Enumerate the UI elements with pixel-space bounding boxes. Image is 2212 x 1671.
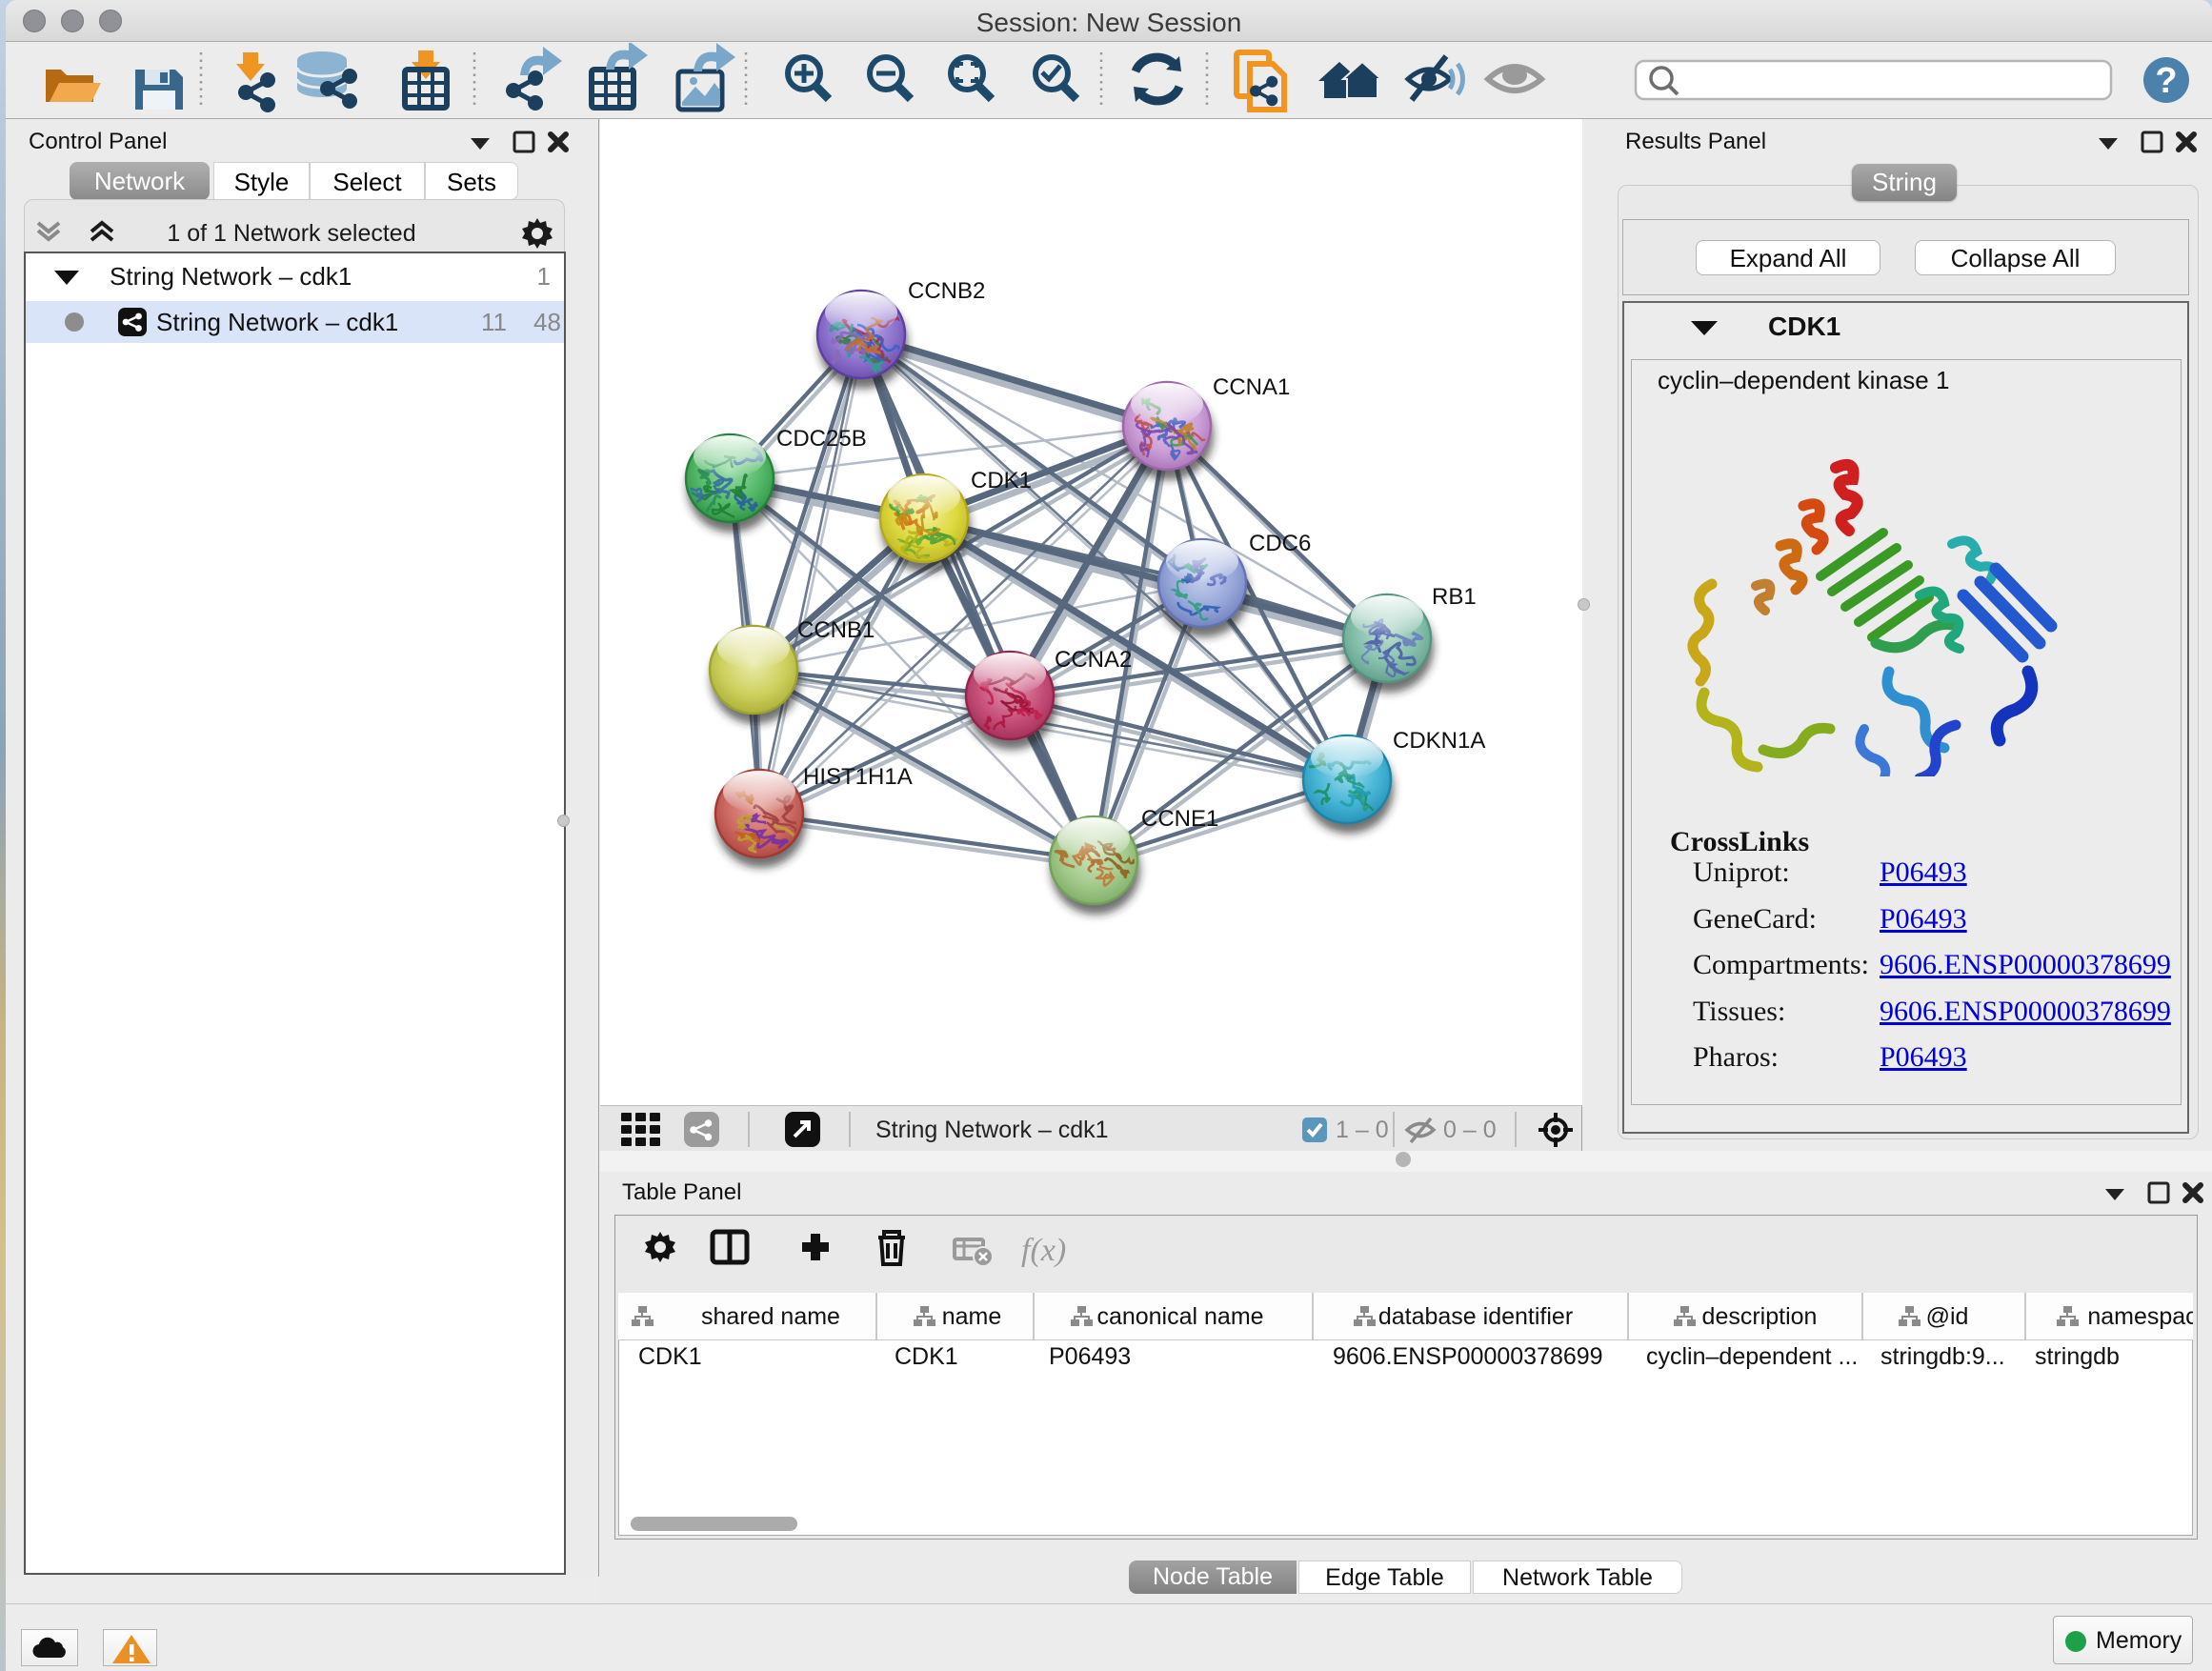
svg-text:String Network – cdk1: String Network – cdk1 — [875, 1117, 1109, 1143]
svg-text:P06493: P06493 — [1049, 1343, 1131, 1370]
svg-text:f(x): f(x) — [1021, 1233, 1066, 1268]
svg-text:CCNB2: CCNB2 — [908, 278, 985, 304]
svg-text:stringdb:9...: stringdb:9... — [1880, 1343, 2005, 1370]
svg-text:CCNA2: CCNA2 — [1055, 647, 1132, 673]
svg-text:HIST1H1A: HIST1H1A — [803, 764, 913, 790]
svg-text:cyclin–dependent ...: cyclin–dependent ... — [1646, 1343, 1858, 1370]
svg-text:0 – 0: 0 – 0 — [1443, 1117, 1497, 1143]
svg-text:1 – 0: 1 – 0 — [1336, 1117, 1389, 1143]
svg-text:CDC6: CDC6 — [1249, 531, 1311, 556]
svg-text:stringdb: stringdb — [2035, 1343, 2120, 1370]
svg-text:RB1: RB1 — [1432, 584, 1477, 610]
svg-text:description: description — [1702, 1303, 1818, 1330]
svg-text:shared name: shared name — [701, 1303, 840, 1330]
svg-text:@id: @id — [1926, 1303, 1969, 1330]
svg-text:name: name — [942, 1303, 1002, 1330]
svg-text:CDK1: CDK1 — [895, 1343, 958, 1370]
svg-text:CDK1: CDK1 — [638, 1343, 702, 1370]
svg-text:CCNA1: CCNA1 — [1213, 374, 1290, 400]
svg-text:canonical name: canonical name — [1096, 1303, 1263, 1330]
svg-text:CCNB1: CCNB1 — [797, 617, 875, 643]
svg-text:CCNE1: CCNE1 — [1141, 806, 1218, 832]
svg-text:namespac: namespac — [2087, 1303, 2193, 1330]
svg-text:CDK1: CDK1 — [971, 468, 1032, 493]
svg-text:?: ? — [2155, 61, 2177, 101]
svg-text:CDC25B: CDC25B — [776, 426, 867, 452]
svg-text:9606.ENSP00000378699: 9606.ENSP00000378699 — [1333, 1343, 1603, 1370]
svg-text:CDKN1A: CDKN1A — [1393, 728, 1485, 754]
svg-text:database identifier: database identifier — [1378, 1303, 1573, 1330]
